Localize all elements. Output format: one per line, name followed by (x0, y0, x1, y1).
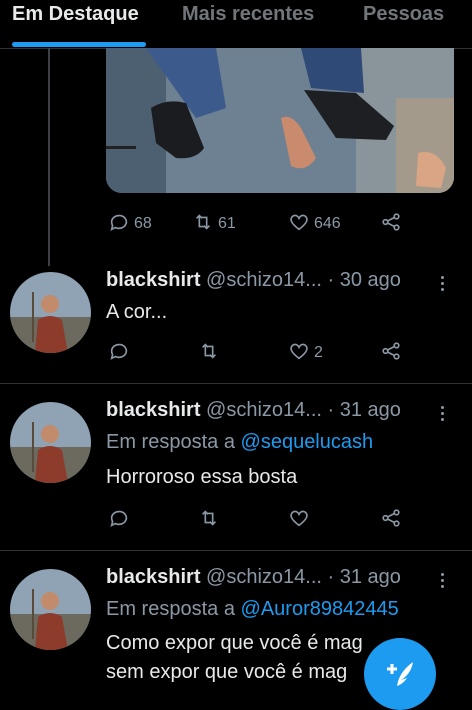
more-icon[interactable] (437, 403, 447, 423)
tweet-text-line-1: Como expor que você é mag (106, 632, 363, 654)
avatar-photo-graphic (10, 402, 91, 483)
tweet-actions: 2 (106, 341, 426, 365)
tweet-text-line-2: sem expor que você é mag (106, 661, 348, 683)
media-photo-graphic (106, 48, 454, 193)
display-name[interactable]: blackshirt (106, 399, 200, 421)
tweet-divider (0, 383, 472, 384)
display-name[interactable]: blackshirt (106, 566, 200, 588)
like-icon (288, 340, 310, 367)
compose-button[interactable] (364, 638, 436, 710)
avatar-photo-graphic (10, 272, 91, 353)
tweet-text: Horroroso essa bosta (106, 466, 298, 488)
like-button[interactable]: 646 (288, 212, 341, 236)
reply-count: 68 (134, 215, 152, 232)
retweet-icon (192, 211, 214, 238)
reply-icon (108, 507, 130, 534)
more-icon[interactable] (437, 570, 447, 590)
tweet-media-image[interactable] (106, 48, 454, 193)
tweet-text: A cor... (106, 301, 168, 323)
tweet-header: blackshirt @schizo14... · 30 ago (106, 269, 401, 292)
like-count: 646 (314, 215, 341, 232)
share-icon (380, 507, 402, 534)
reply-icon (108, 340, 130, 367)
tab-mais-recentes[interactable]: Mais recentes (182, 3, 314, 26)
like-button[interactable]: 2 (288, 341, 323, 365)
more-icon[interactable] (437, 273, 447, 293)
avatar[interactable] (10, 272, 91, 353)
reply-mention-link[interactable]: @sequelucash (241, 431, 374, 453)
search-tabs: Em Destaque Mais recentes Pessoas (0, 0, 472, 49)
top-tweet-actions: 68 61 646 (106, 212, 426, 236)
retweet-button[interactable] (198, 341, 220, 365)
tweet-time: · 30 ago (327, 269, 401, 291)
reply-button[interactable] (108, 341, 130, 365)
display-name[interactable]: blackshirt (106, 269, 200, 291)
share-icon (380, 340, 402, 367)
tweet-actions (106, 508, 426, 532)
like-count: 2 (314, 344, 323, 361)
tweet-time: · 31 ago (327, 399, 401, 421)
reply-prefix: Em resposta a (106, 431, 235, 453)
like-icon (288, 211, 310, 238)
reply-context: Em resposta a @sequelucash (106, 431, 373, 454)
share-button[interactable] (380, 212, 402, 236)
reply-mention-link[interactable]: @Auror89842445 (241, 598, 399, 620)
reply-button[interactable]: 68 (108, 212, 152, 236)
retweet-icon (198, 340, 220, 367)
avatar[interactable] (10, 402, 91, 483)
reply-button[interactable] (108, 508, 130, 532)
like-button[interactable] (288, 508, 310, 532)
avatar-photo-graphic (10, 569, 91, 650)
reply-prefix: Em resposta a (106, 598, 235, 620)
retweet-button[interactable] (198, 508, 220, 532)
tab-em-destaque[interactable]: Em Destaque (12, 3, 139, 26)
tab-pessoas[interactable]: Pessoas (363, 3, 444, 26)
user-handle[interactable]: @schizo14... (206, 399, 322, 421)
retweet-icon (198, 507, 220, 534)
tweet-header: blackshirt @schizo14... · 31 ago (106, 566, 401, 589)
share-button[interactable] (380, 341, 402, 365)
like-icon (288, 507, 310, 534)
user-handle[interactable]: @schizo14... (206, 566, 322, 588)
compose-icon (383, 656, 417, 695)
reply-context: Em resposta a @Auror89842445 (106, 598, 399, 621)
share-button[interactable] (380, 508, 402, 532)
user-handle[interactable]: @schizo14... (206, 269, 322, 291)
tweet-header: blackshirt @schizo14... · 31 ago (106, 399, 401, 422)
tweet-divider (0, 550, 472, 551)
thread-connector-line (48, 48, 50, 266)
avatar[interactable] (10, 569, 91, 650)
tweet-time: · 31 ago (327, 566, 401, 588)
reply-icon (108, 211, 130, 238)
retweet-count: 61 (218, 215, 236, 232)
retweet-button[interactable]: 61 (192, 212, 236, 236)
share-icon (380, 211, 402, 238)
active-tab-indicator (12, 42, 146, 47)
